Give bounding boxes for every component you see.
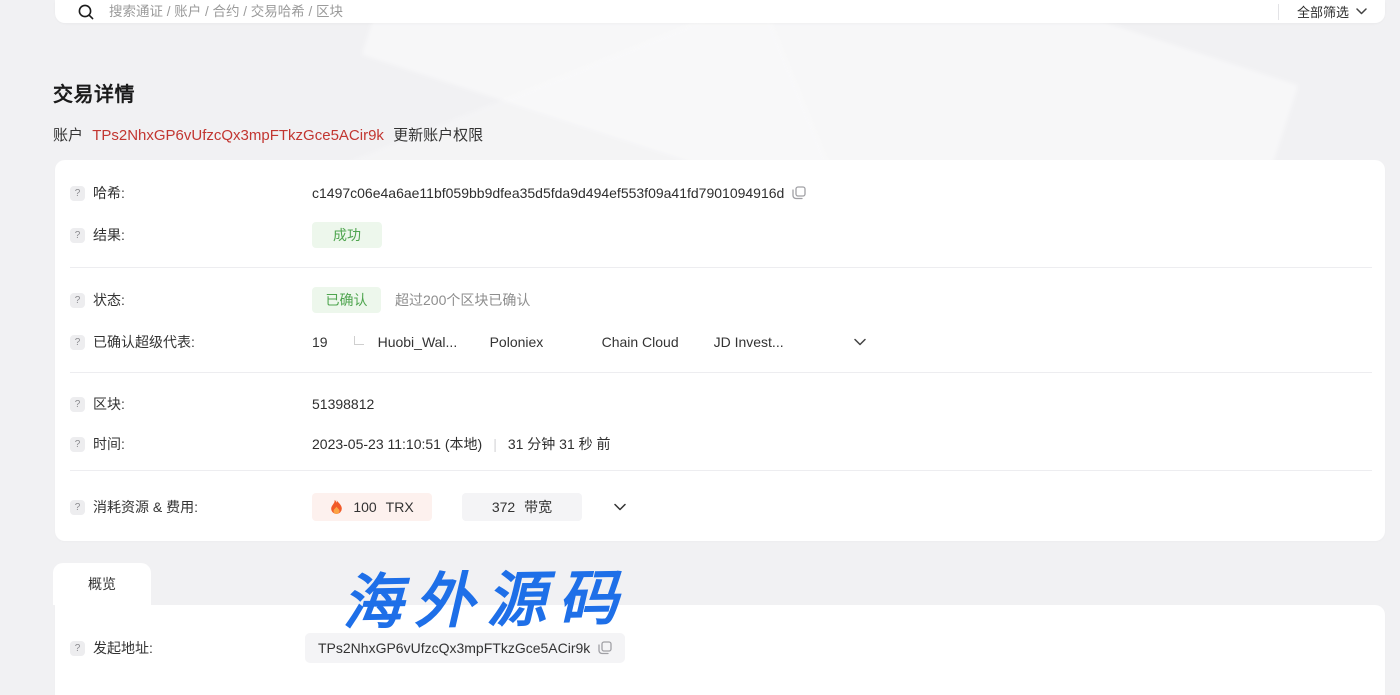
owner-address-label: 发起地址: [93, 638, 312, 658]
bandwidth-amount: 372 [492, 499, 515, 515]
owner-address-chip[interactable]: TPs2NhxGP6vUfzcQx3mpFTkzGce5ACir9k [305, 633, 625, 663]
sr-name[interactable]: Chain Cloud [602, 334, 698, 350]
divider [70, 470, 1372, 471]
hash-label: 哈希: [93, 183, 312, 203]
time-value: 2023-05-23 11:10:51 (本地) [312, 434, 482, 454]
overview-card: ? 发起地址: TPs2NhxGP6vUfzcQx3mpFTkzGce5ACir… [55, 605, 1385, 695]
time-label: 时间: [93, 434, 312, 454]
chevron-down-icon[interactable] [854, 338, 866, 346]
search-icon[interactable] [77, 3, 95, 21]
trx-unit: TRX [386, 499, 414, 515]
status-note: 超过200个区块已确认 [395, 290, 530, 310]
trx-fee-badge: 100 TRX [312, 493, 432, 521]
owner-address-row: ? 发起地址: TPs2NhxGP6vUfzcQx3mpFTkzGce5ACir… [70, 633, 1372, 663]
result-row: ? 结果: 成功 [70, 222, 1372, 248]
help-icon[interactable]: ? [70, 397, 85, 412]
block-row: ? 区块: 51398812 [70, 394, 1372, 414]
copy-icon[interactable] [792, 186, 806, 200]
filter-dropdown[interactable]: 全部筛选 [1297, 2, 1349, 21]
resource-row: ? 消耗资源 & 费用: 100 TRX 372 带宽 [70, 493, 1372, 521]
elbow-icon [354, 336, 364, 345]
help-icon[interactable]: ? [70, 500, 85, 515]
tab-overview-label: 概览 [88, 574, 116, 594]
divider [70, 372, 1372, 373]
hash-row: ? 哈希: c1497c06e4a6ae11bf059bb9dfea35d5fd… [70, 183, 1372, 203]
chevron-down-icon[interactable] [1356, 8, 1367, 15]
sr-row: ? 已确认超级代表: 19 Huobi_Wal... Poloniex Chai… [70, 332, 1372, 352]
time-separator: | [493, 436, 497, 452]
divider [70, 267, 1372, 268]
page-title: 交易详情 [53, 78, 135, 107]
result-label: 结果: [93, 225, 312, 245]
sr-count: 19 [312, 334, 328, 350]
bandwidth-badge: 372 带宽 [462, 493, 582, 521]
time-relative: 31 分钟 31 秒 前 [508, 434, 611, 454]
help-icon[interactable]: ? [70, 228, 85, 243]
subtitle-prefix: 账户 [53, 127, 83, 144]
help-icon[interactable]: ? [70, 437, 85, 452]
help-icon[interactable]: ? [70, 641, 85, 656]
trx-amount: 100 [353, 499, 376, 515]
sr-name[interactable]: Huobi_Wal... [378, 334, 474, 350]
owner-address-value[interactable]: TPs2NhxGP6vUfzcQx3mpFTkzGce5ACir9k [318, 640, 590, 656]
sr-label: 已确认超级代表: [93, 332, 312, 352]
resource-label: 消耗资源 & 费用: [93, 497, 312, 517]
search-input[interactable] [109, 1, 1278, 23]
help-icon[interactable]: ? [70, 186, 85, 201]
chevron-down-icon[interactable] [614, 503, 626, 511]
copy-icon[interactable] [598, 641, 612, 655]
block-label: 区块: [93, 394, 312, 414]
help-icon[interactable]: ? [70, 335, 85, 350]
search-bar: 全部筛选 [55, 0, 1385, 23]
status-badge: 已确认 [312, 287, 381, 313]
status-label: 状态: [93, 290, 312, 310]
bandwidth-unit: 带宽 [524, 497, 552, 517]
account-link[interactable]: TPs2NhxGP6vUfzcQx3mpFTkzGce5ACir9k [92, 127, 384, 144]
flame-icon [330, 499, 343, 515]
result-badge: 成功 [312, 222, 382, 248]
sr-name[interactable]: JD Invest... [714, 334, 810, 350]
sr-name[interactable]: Poloniex [490, 334, 586, 350]
block-value[interactable]: 51398812 [312, 396, 374, 412]
transaction-detail-card: ? 哈希: c1497c06e4a6ae11bf059bb9dfea35d5fd… [55, 160, 1385, 541]
filter-divider [1278, 4, 1279, 20]
page-subtitle: 账户 TPs2NhxGP6vUfzcQx3mpFTkzGce5ACir9k 更新… [53, 124, 483, 145]
help-icon[interactable]: ? [70, 293, 85, 308]
status-row: ? 状态: 已确认 超过200个区块已确认 [70, 287, 1372, 313]
time-row: ? 时间: 2023-05-23 11:10:51 (本地) | 31 分钟 3… [70, 434, 1372, 454]
hash-value: c1497c06e4a6ae11bf059bb9dfea35d5fda9d494… [312, 185, 784, 201]
tab-overview[interactable]: 概览 [53, 563, 151, 605]
subtitle-suffix: 更新账户权限 [393, 127, 483, 144]
